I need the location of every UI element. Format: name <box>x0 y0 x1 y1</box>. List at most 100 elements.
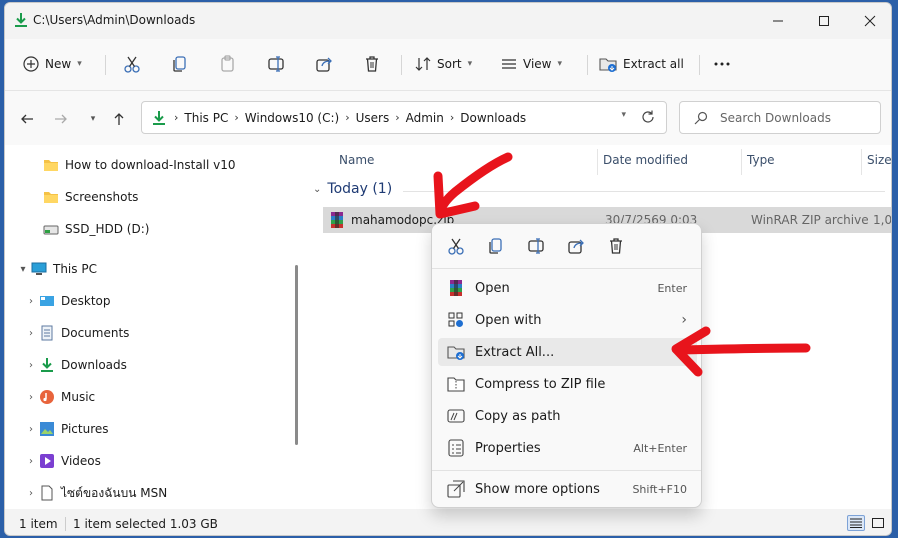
context-item-open[interactable]: Open Enter <box>438 274 697 302</box>
chevron-right-icon[interactable]: › <box>23 456 39 467</box>
tiles-view-button[interactable] <box>869 515 887 531</box>
column-header-name[interactable]: Name <box>339 153 374 167</box>
sidebar-item-downloads[interactable]: › Downloads <box>23 352 127 378</box>
column-divider[interactable] <box>597 149 598 175</box>
context-rename-button[interactable] <box>520 232 552 260</box>
context-delete-button[interactable] <box>600 232 632 260</box>
context-item-extract-all[interactable]: Extract All... <box>438 338 697 366</box>
share-button[interactable] <box>309 47 339 81</box>
command-bar: New ▾ Sort ▾ View ▾ Extract all <box>5 39 891 91</box>
sidebar-item-screenshots[interactable]: Screenshots <box>27 184 138 210</box>
recent-locations-button[interactable]: ▾ <box>81 107 105 131</box>
sidebar-item-documents[interactable]: › Documents <box>23 320 129 346</box>
chevron-down-icon: ▾ <box>557 59 563 69</box>
chevron-right-icon[interactable]: › <box>23 488 39 499</box>
context-item-compress-zip[interactable]: Compress to ZIP file <box>438 370 697 398</box>
sidebar-item-label: Videos <box>61 454 101 468</box>
chevron-down-icon: ▾ <box>90 114 96 124</box>
context-item-properties[interactable]: Properties Alt+Enter <box>438 434 697 462</box>
videos-icon <box>39 453 55 469</box>
context-item-open-with[interactable]: Open with › <box>438 306 697 334</box>
sidebar-item-music[interactable]: › Music <box>23 384 95 410</box>
up-button[interactable] <box>107 107 131 131</box>
context-item-label: Copy as path <box>475 408 561 424</box>
refresh-icon[interactable] <box>640 109 656 128</box>
sidebar-scrollbar[interactable] <box>295 265 298 445</box>
minimize-button[interactable] <box>755 3 801 39</box>
breadcrumb-drive-c[interactable]: Windows10 (C:) <box>245 111 339 125</box>
context-menu: Open Enter Open with › Extract All... Co… <box>431 223 702 508</box>
view-button[interactable]: View ▾ <box>495 47 568 81</box>
page-icon <box>39 485 55 501</box>
plus-icon <box>23 56 39 72</box>
group-divider <box>403 191 885 192</box>
sidebar-item-label: SSD_HDD (D:) <box>65 222 150 236</box>
breadcrumb-admin[interactable]: Admin <box>406 111 444 125</box>
context-item-show-more[interactable]: Show more options Shift+F10 <box>438 475 697 503</box>
delete-button[interactable] <box>357 47 387 81</box>
new-button[interactable]: New ▾ <box>17 47 88 81</box>
sort-button[interactable]: Sort ▾ <box>409 47 478 81</box>
chevron-right-icon[interactable]: › <box>23 424 39 435</box>
sidebar-item-label: How to download-Install v10 <box>65 158 236 172</box>
details-view-button[interactable] <box>847 515 865 531</box>
sidebar-item-label: Screenshots <box>65 190 139 204</box>
sidebar-item-videos[interactable]: › Videos <box>23 448 101 474</box>
chevron-right-icon[interactable]: › <box>23 296 39 307</box>
file-size: 1,086 <box>873 213 892 227</box>
copy-button[interactable] <box>165 47 195 81</box>
group-label: Today (1) <box>327 181 393 197</box>
sidebar-item-desktop[interactable]: › Desktop <box>23 288 111 314</box>
column-header-type[interactable]: Type <box>747 153 775 167</box>
sidebar-item-this-pc[interactable]: ▾ This PC <box>15 256 96 282</box>
breadcrumb-this-pc[interactable]: This PC <box>184 111 228 125</box>
context-share-button[interactable] <box>560 232 592 260</box>
back-button[interactable] <box>15 107 39 131</box>
breadcrumb-separator: › <box>174 111 179 124</box>
maximize-button[interactable] <box>801 3 847 39</box>
sidebar-item-how-to-download[interactable]: How to download-Install v10 <box>27 152 236 178</box>
breadcrumb-users[interactable]: Users <box>356 111 390 125</box>
chevron-right-icon[interactable]: › <box>23 328 39 339</box>
cut-icon <box>124 56 140 73</box>
context-cut-button[interactable] <box>440 232 472 260</box>
more-options-icon <box>446 479 466 499</box>
column-divider[interactable] <box>741 149 742 175</box>
sidebar-item-label: Desktop <box>61 294 111 308</box>
documents-icon <box>39 325 55 341</box>
search-box[interactable]: Search Downloads <box>679 101 881 134</box>
toolbar-divider <box>105 55 106 75</box>
extract-all-button[interactable]: Extract all <box>593 47 690 81</box>
column-header-date[interactable]: Date modified <box>603 153 688 167</box>
address-dropdown-icon[interactable]: ▾ <box>621 110 626 120</box>
navigation-bar: ▾ › This PC › Windows10 (C:) › Users › A… <box>5 91 891 145</box>
cut-button[interactable] <box>117 47 147 81</box>
context-item-shortcut: Alt+Enter <box>633 441 687 455</box>
column-header-size[interactable]: Size <box>867 153 891 167</box>
rename-button[interactable] <box>261 47 291 81</box>
more-button[interactable] <box>707 47 737 81</box>
context-divider <box>432 470 701 471</box>
sidebar-item-pictures[interactable]: › Pictures <box>23 416 109 442</box>
sidebar-item-msn[interactable]: › ไซต์ของฉันบน MSN <box>23 480 167 506</box>
breadcrumb-downloads[interactable]: Downloads <box>460 111 526 125</box>
context-item-copy-path[interactable]: Copy as path <box>438 402 697 430</box>
view-icon <box>502 59 516 69</box>
chevron-right-icon[interactable]: › <box>23 360 39 371</box>
open-with-icon <box>446 310 466 330</box>
context-copy-button[interactable] <box>480 232 512 260</box>
forward-button[interactable] <box>49 107 73 131</box>
extract-icon <box>446 342 466 362</box>
chevron-down-icon: ▾ <box>467 59 473 69</box>
chevron-down-icon[interactable]: ▾ <box>15 264 31 275</box>
sidebar-item-label: ไซต์ของฉันบน MSN <box>61 485 168 500</box>
group-header[interactable]: ⌄ Today (1) <box>313 181 392 197</box>
column-divider[interactable] <box>861 149 862 175</box>
sidebar-item-ssd-hdd[interactable]: SSD_HDD (D:) <box>27 216 149 242</box>
close-button[interactable] <box>847 3 891 39</box>
pictures-icon <box>39 421 55 437</box>
chevron-right-icon[interactable]: › <box>23 392 39 403</box>
sidebar-item-label: Pictures <box>61 422 109 436</box>
paste-button[interactable] <box>213 47 243 81</box>
address-bar[interactable]: › This PC › Windows10 (C:) › Users › Adm… <box>141 101 667 134</box>
